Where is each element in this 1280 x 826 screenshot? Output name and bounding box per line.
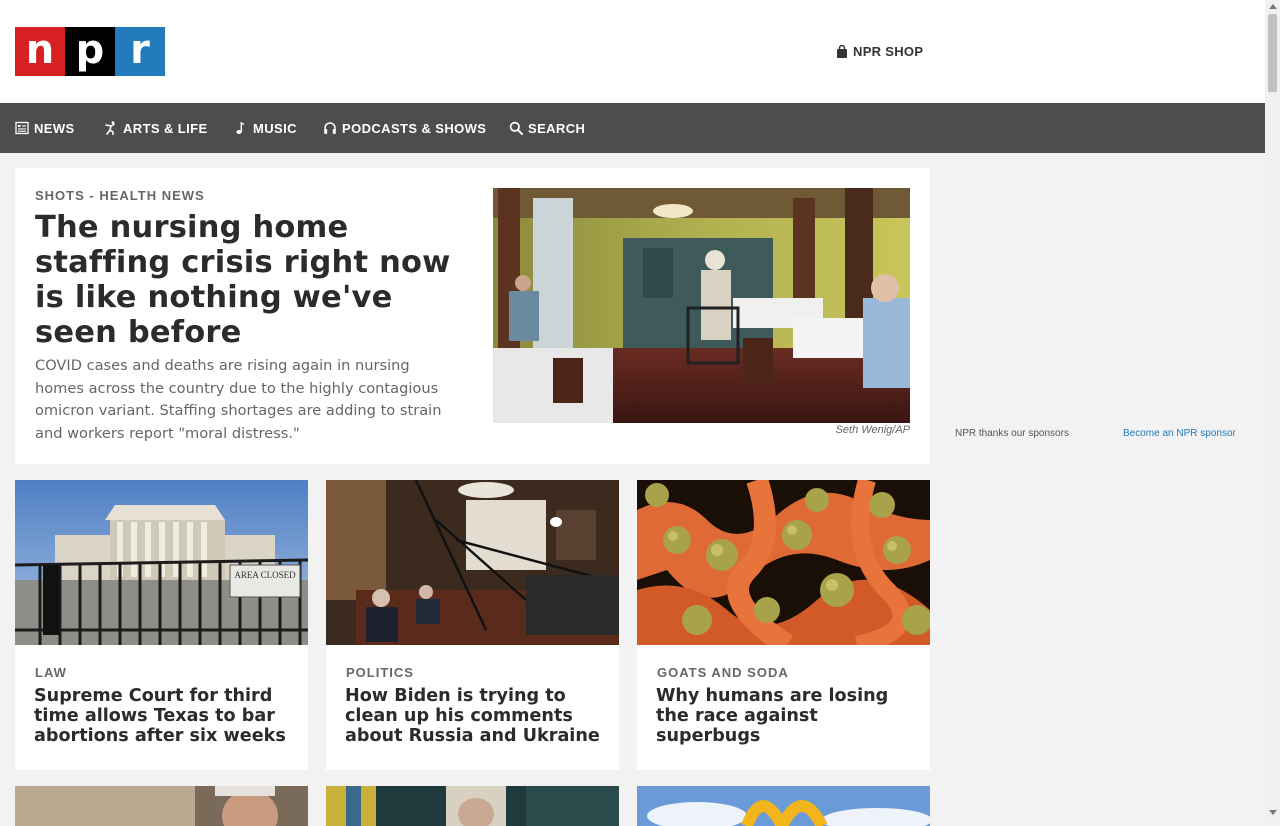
card-kicker[interactable]: LAW xyxy=(35,665,67,680)
shopping-bag-icon xyxy=(837,45,847,58)
story-card-goats-and-soda: GOATS AND SODA Why humans are losing the… xyxy=(637,480,930,770)
card-kicker[interactable]: POLITICS xyxy=(346,665,414,680)
scroll-down-arrow-icon[interactable] xyxy=(1269,810,1277,815)
become-sponsor-link[interactable]: Become an NPR sponsor xyxy=(1123,428,1236,439)
featured-teaser[interactable]: COVID cases and deaths are rising again … xyxy=(35,355,455,445)
card-headline[interactable]: Supreme Court for third time allows Texa… xyxy=(34,686,296,746)
nav-item-search[interactable]: SEARCH xyxy=(509,103,585,153)
featured-kicker[interactable]: SHOTS - HEALTH NEWS xyxy=(35,188,205,203)
story-thumbnail[interactable]: AREA CLOSED xyxy=(15,480,308,645)
scroll-up-arrow-icon[interactable] xyxy=(1269,4,1277,9)
card-kicker[interactable]: GOATS AND SODA xyxy=(657,665,789,680)
headphones-icon xyxy=(324,122,336,134)
nav-item-arts-life[interactable]: ARTS & LIFE xyxy=(104,103,208,153)
nav-label-music: MUSIC xyxy=(253,120,297,136)
nav-label-news: NEWS xyxy=(34,120,75,136)
nav-label-arts-life: ARTS & LIFE xyxy=(123,120,208,136)
story-thumbnail[interactable] xyxy=(326,480,619,645)
search-icon xyxy=(509,121,523,135)
nav-label-search: SEARCH xyxy=(528,120,586,136)
logo-letter-r: r xyxy=(115,27,165,76)
supreme-court-image: AREA CLOSED xyxy=(15,480,308,645)
nav-item-podcasts-shows[interactable]: PODCASTS & SHOWS xyxy=(323,103,486,153)
nursing-home-dining-room-image xyxy=(493,188,910,423)
nav-item-news[interactable]: NEWS xyxy=(15,103,75,153)
logo-letter-p: p xyxy=(65,27,115,76)
card-headline[interactable]: Why humans are losing the race against s… xyxy=(656,686,918,746)
biden-meeting-image xyxy=(326,480,619,645)
music-note-icon xyxy=(236,121,245,134)
nav-label-podcasts-shows: PODCASTS & SHOWS xyxy=(342,120,487,136)
story-thumbnail[interactable] xyxy=(637,480,930,645)
story-thumbnail-partial xyxy=(15,786,308,826)
story-thumbnail-partial xyxy=(637,786,930,826)
page-scrollbar[interactable] xyxy=(1265,0,1280,821)
sponsor-note: NPR thanks our sponsors xyxy=(955,428,1069,439)
card-headline[interactable]: How Biden is trying to clean up his comm… xyxy=(345,686,607,746)
featured-photo[interactable] xyxy=(493,188,910,423)
news-icon xyxy=(15,121,29,135)
featured-headline[interactable]: The nursing home staffing crisis right n… xyxy=(35,210,455,350)
npr-logo[interactable]: n p r xyxy=(15,27,165,76)
superbug-bacteria-image xyxy=(637,480,930,645)
story-card-partial[interactable] xyxy=(637,786,930,826)
scroll-thumb[interactable] xyxy=(1268,14,1277,92)
dancer-icon xyxy=(105,121,115,135)
story-thumbnail-partial xyxy=(326,786,619,826)
npr-shop-label: NPR SHOP xyxy=(853,44,924,59)
nav-item-music[interactable]: MUSIC xyxy=(234,103,297,153)
main-nav: NEWS ARTS & LIFE MUSIC PODCASTS & SHOWS … xyxy=(0,103,1265,153)
featured-story: SHOTS - HEALTH NEWS The nursing home sta… xyxy=(15,168,930,464)
site-header: n p r NPR SHOP xyxy=(0,0,1265,103)
story-card-politics: POLITICS How Biden is trying to clean up… xyxy=(326,480,619,770)
story-card-law: AREA CLOSED LAW Supreme Court for third … xyxy=(15,480,308,770)
logo-letter-n: n xyxy=(15,27,65,76)
area-closed-sign-text: AREA CLOSED xyxy=(234,570,296,580)
story-card-partial[interactable] xyxy=(326,786,619,826)
npr-shop-link[interactable]: NPR SHOP xyxy=(836,44,923,59)
photo-credit: Seth Wenig/AP xyxy=(835,424,910,436)
story-card-partial[interactable] xyxy=(15,786,308,826)
